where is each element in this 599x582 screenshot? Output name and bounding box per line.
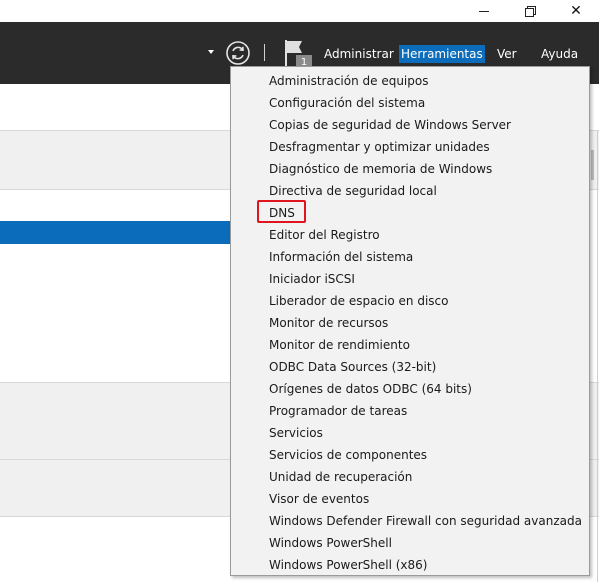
menu-item-odbc-32[interactable]: ODBC Data Sources (32-bit) bbox=[269, 356, 436, 378]
notification-flag-icon[interactable]: 1 bbox=[282, 38, 316, 68]
scrollbar-thumb[interactable] bbox=[591, 150, 594, 180]
scrollbar-track[interactable] bbox=[597, 130, 598, 582]
menu-ayuda[interactable]: Ayuda bbox=[539, 45, 580, 63]
restore-button[interactable] bbox=[507, 0, 553, 22]
menu-item-configuracion-sistema[interactable]: Configuración del sistema bbox=[269, 92, 425, 114]
menu-item-visor-eventos[interactable]: Visor de eventos bbox=[269, 488, 369, 510]
menu-herramientas[interactable]: Herramientas bbox=[399, 45, 485, 63]
toolbar-separator bbox=[264, 44, 265, 61]
menu-item-iniciador-iscsi[interactable]: Iniciador iSCSI bbox=[269, 268, 355, 290]
menu-item-unidad-recuperacion[interactable]: Unidad de recuperación bbox=[269, 466, 412, 488]
menu-ver[interactable]: Ver bbox=[495, 45, 519, 63]
minimize-button[interactable] bbox=[461, 0, 507, 22]
menu-item-monitor-rendimiento[interactable]: Monitor de rendimiento bbox=[269, 334, 410, 356]
menu-item-powershell-x86[interactable]: Windows PowerShell (x86) bbox=[269, 554, 427, 576]
menu-item-powershell[interactable]: Windows PowerShell bbox=[269, 532, 392, 554]
menu-item-odbc-64[interactable]: Orígenes de datos ODBC (64 bits) bbox=[269, 378, 472, 400]
menu-item-informacion-sistema[interactable]: Información del sistema bbox=[269, 246, 413, 268]
restore-icon bbox=[525, 6, 536, 17]
menu-item-administracion-equipos[interactable]: Administración de equipos bbox=[269, 70, 428, 92]
close-button[interactable]: ✕ bbox=[553, 0, 599, 22]
minimize-icon bbox=[479, 10, 489, 12]
menu-item-desfragmentar[interactable]: Desfragmentar y optimizar unidades bbox=[269, 136, 490, 158]
menu-item-servicios-componentes[interactable]: Servicios de componentes bbox=[269, 444, 427, 466]
menu-item-editor-registro[interactable]: Editor del Registro bbox=[269, 224, 380, 246]
menu-item-programador-tareas[interactable]: Programador de tareas bbox=[269, 400, 407, 422]
menu-item-servicios[interactable]: Servicios bbox=[269, 422, 323, 444]
dropdown-caret-icon[interactable] bbox=[208, 50, 214, 54]
server-manager-window: ✕ 1 Administrar Herramientas Ver Ayuda A… bbox=[0, 0, 599, 582]
menu-item-liberador-espacio[interactable]: Liberador de espacio en disco bbox=[269, 290, 448, 312]
dns-highlight-box bbox=[257, 200, 306, 223]
menu-administrar[interactable]: Administrar bbox=[322, 45, 396, 63]
menu-item-defender-firewall[interactable]: Windows Defender Firewall con seguridad … bbox=[269, 510, 582, 532]
selected-row[interactable] bbox=[0, 221, 240, 244]
menu-gutter bbox=[231, 67, 259, 575]
close-icon: ✕ bbox=[570, 3, 582, 19]
menu-item-copias-seguridad[interactable]: Copias de seguridad de Windows Server bbox=[269, 114, 511, 136]
refresh-icon[interactable] bbox=[225, 40, 251, 66]
menu-item-diagnostico-memoria[interactable]: Diagnóstico de memoria de Windows bbox=[269, 158, 492, 180]
tools-dropdown-menu: Administración de equipos Configuración … bbox=[230, 66, 590, 576]
menu-item-monitor-recursos[interactable]: Monitor de recursos bbox=[269, 312, 388, 334]
menu-item-directiva-seguridad[interactable]: Directiva de seguridad local bbox=[269, 180, 437, 202]
title-bar: ✕ bbox=[0, 0, 599, 22]
